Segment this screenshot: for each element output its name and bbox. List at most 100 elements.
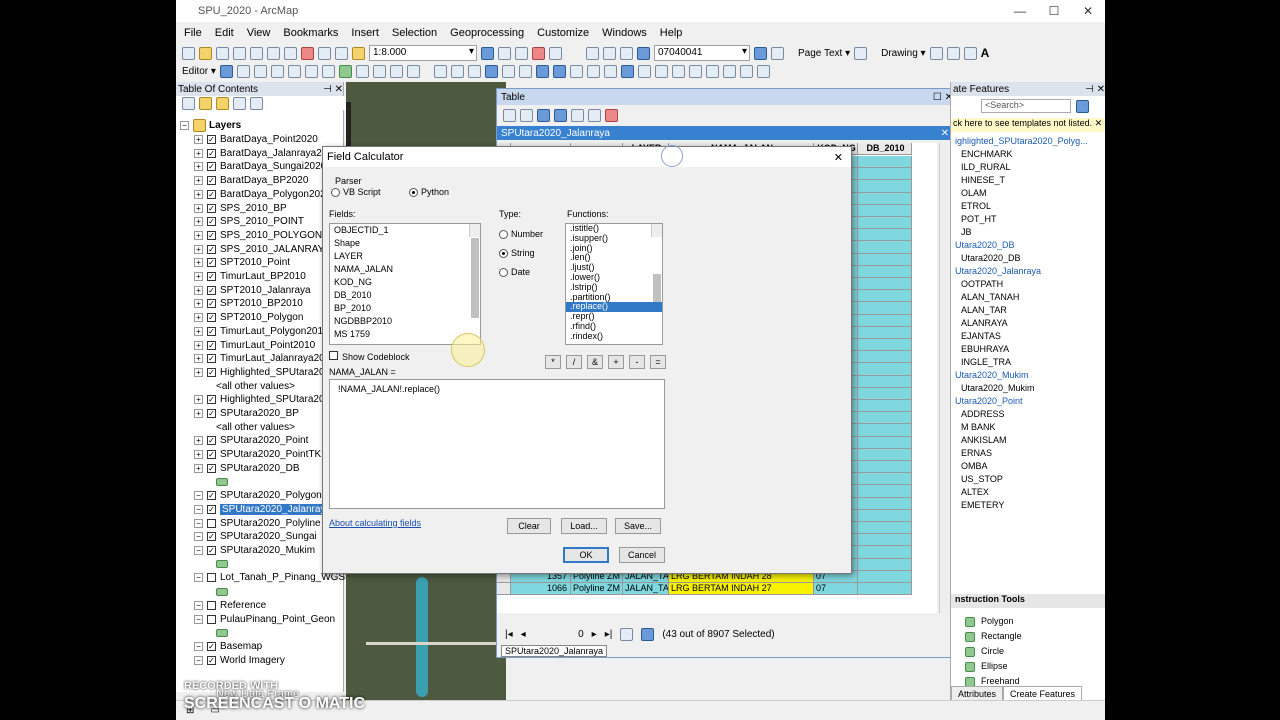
fields-scrollbar[interactable] bbox=[469, 224, 480, 318]
about-calculating-link[interactable]: About calculating fields bbox=[329, 518, 421, 528]
template-item[interactable]: Utara2020_Mukim bbox=[961, 383, 1035, 393]
first-row-icon[interactable]: |◂ bbox=[505, 629, 513, 640]
template-item[interactable]: ADDRESS bbox=[961, 409, 1005, 419]
delete-icon[interactable] bbox=[301, 46, 314, 60]
full-extent-icon[interactable] bbox=[484, 64, 498, 78]
template-item[interactable]: US_STOP bbox=[961, 474, 1003, 484]
operator-button[interactable]: * bbox=[545, 355, 561, 369]
toc-layer[interactable]: − ✓ SPUtara2020_Mukim bbox=[194, 544, 315, 557]
layer-checkbox[interactable]: ✓ bbox=[207, 655, 216, 665]
toc-layer[interactable]: + ✓ TimurLaut_Jalanraya2010 bbox=[194, 352, 336, 365]
zoom-in-icon[interactable] bbox=[433, 64, 447, 78]
toc-layer[interactable]: + ✓ BaratDaya_Jalanraya2020 bbox=[194, 147, 338, 160]
trace-icon[interactable] bbox=[287, 64, 301, 78]
toc-layer[interactable]: + ✓ SPT2010_Polygon bbox=[194, 311, 303, 324]
operator-button[interactable]: & bbox=[587, 355, 603, 369]
list-by-drawing-order-icon[interactable] bbox=[182, 96, 195, 110]
template-group[interactable]: Utara2020_DB bbox=[955, 240, 1015, 250]
template-item[interactable]: ALANRAYA bbox=[961, 318, 1008, 328]
layer-checkbox[interactable] bbox=[207, 573, 216, 583]
pointer-icon[interactable] bbox=[603, 64, 617, 78]
toc-layer[interactable]: + ✓ SPS_2010_POINT bbox=[194, 215, 304, 228]
dialog-close-icon[interactable]: ✕ bbox=[834, 151, 843, 164]
layer-checkbox[interactable]: ✓ bbox=[207, 532, 216, 542]
fixed-zoom-in-icon[interactable] bbox=[501, 64, 515, 78]
editor-toolbar-icon[interactable] bbox=[481, 46, 494, 60]
template-item[interactable]: M BANK bbox=[961, 422, 996, 432]
menu-customize[interactable]: Customize bbox=[537, 27, 589, 39]
last-record-icon[interactable] bbox=[771, 46, 784, 60]
template-item[interactable]: ANKISLAM bbox=[961, 435, 1007, 445]
time-slider-icon[interactable] bbox=[739, 64, 753, 78]
hyperlink-icon[interactable] bbox=[637, 64, 651, 78]
forward-extent-icon[interactable] bbox=[552, 64, 566, 78]
toc-layer[interactable]: + ✓ SPS_2010_POLYGON bbox=[194, 229, 322, 242]
template-item[interactable]: INGLE_TRA bbox=[961, 357, 1011, 367]
layer-checkbox[interactable]: ✓ bbox=[207, 176, 216, 186]
text-icon[interactable]: A bbox=[981, 46, 990, 60]
table-icon[interactable] bbox=[498, 46, 511, 60]
toc-layer[interactable]: − ✓ SPUtara2020_Jalanraya bbox=[194, 503, 333, 516]
show-selected-records-icon[interactable] bbox=[641, 627, 655, 641]
editor-menu[interactable]: Editor ▾ bbox=[182, 66, 216, 77]
construction-tool[interactable]: Polygon bbox=[965, 616, 1014, 627]
toc-layer[interactable]: + ✓ SPUtara2020_DB bbox=[194, 462, 300, 475]
layer-checkbox[interactable]: ✓ bbox=[207, 436, 216, 446]
template-item[interactable]: ETROL bbox=[961, 201, 991, 211]
zoom-to-selected-icon[interactable] bbox=[588, 108, 601, 122]
toc-layer[interactable]: + ✓ Highlighted_SPUtara2020 bbox=[194, 393, 336, 406]
field-item[interactable]: BP_2010 bbox=[330, 302, 480, 315]
table-tab[interactable]: SPUtara2020_Jalanraya bbox=[501, 645, 608, 657]
layer-checkbox[interactable] bbox=[207, 518, 216, 528]
template-item[interactable]: EBUHRAYA bbox=[961, 344, 1009, 354]
related-tables-icon[interactable] bbox=[520, 108, 533, 122]
layer-checkbox[interactable]: ✓ bbox=[207, 326, 216, 336]
straight-segment-icon[interactable] bbox=[253, 64, 267, 78]
search-icon[interactable] bbox=[1076, 100, 1089, 113]
menu-view[interactable]: View bbox=[247, 27, 271, 39]
layer-checkbox[interactable]: ✓ bbox=[207, 395, 216, 405]
list-by-selection-icon[interactable] bbox=[233, 96, 246, 110]
ok-button[interactable]: OK bbox=[563, 547, 609, 563]
toc-layer[interactable]: − Reference bbox=[194, 599, 266, 612]
menu-windows[interactable]: Windows bbox=[602, 27, 647, 39]
find-icon[interactable] bbox=[688, 64, 702, 78]
show-codeblock[interactable]: Show Codeblock bbox=[329, 351, 410, 362]
menu-insert[interactable]: Insert bbox=[351, 27, 379, 39]
drawing-menu[interactable]: Drawing ▾ bbox=[881, 48, 925, 59]
print-icon[interactable] bbox=[233, 46, 246, 60]
toc-layer[interactable]: + ✓ TimurLaut_Polygon2010 bbox=[194, 325, 329, 338]
vertex-icon[interactable] bbox=[321, 64, 335, 78]
pan-icon[interactable] bbox=[467, 64, 481, 78]
clear-table-selection-icon[interactable] bbox=[571, 108, 584, 122]
page-icon[interactable] bbox=[854, 46, 868, 60]
select-elements-icon[interactable] bbox=[929, 46, 943, 60]
field-item[interactable]: LAYER bbox=[330, 250, 480, 263]
maximize-icon[interactable]: ☐ bbox=[1037, 0, 1071, 22]
cut-polygon-icon[interactable] bbox=[355, 64, 369, 78]
arc-icon[interactable] bbox=[270, 64, 284, 78]
go-to-xy-icon[interactable] bbox=[722, 64, 736, 78]
toc-layer[interactable] bbox=[216, 476, 228, 489]
cancel-button[interactable]: Cancel bbox=[619, 547, 665, 563]
toc-layer[interactable]: + ✓ SPT2010_Point bbox=[194, 256, 290, 269]
select-by-graphics-icon[interactable] bbox=[569, 64, 583, 78]
viewer-icon[interactable] bbox=[756, 64, 770, 78]
template-item[interactable]: JB bbox=[961, 227, 972, 237]
field-item[interactable]: Shape bbox=[330, 237, 480, 250]
pin-icon[interactable]: ⊣ ✕ bbox=[323, 84, 343, 95]
load-button[interactable]: Load... bbox=[561, 518, 607, 534]
save-button[interactable]: Save... bbox=[615, 518, 661, 534]
cut-icon[interactable] bbox=[250, 46, 263, 60]
toc-layer[interactable] bbox=[216, 585, 228, 598]
layer-checkbox[interactable]: ✓ bbox=[207, 272, 216, 281]
type-number[interactable]: Number bbox=[499, 229, 543, 240]
toc-layer[interactable]: + ✓ TimurLaut_BP2010 bbox=[194, 270, 306, 283]
layer-checkbox[interactable]: ✓ bbox=[207, 463, 216, 473]
next-icon[interactable] bbox=[754, 46, 767, 60]
template-group[interactable]: Utara2020_Mukim bbox=[955, 370, 1029, 380]
create-features-controls[interactable]: ⊣ ✕ bbox=[1085, 84, 1105, 95]
field-item[interactable]: NAMA_JALAN bbox=[330, 263, 480, 276]
toc-layer[interactable]: + ✓ SPUtara2020_Point bbox=[194, 434, 308, 447]
toc-layer[interactable]: + ✓ Highlighted_SPUtara2020 bbox=[194, 366, 336, 379]
